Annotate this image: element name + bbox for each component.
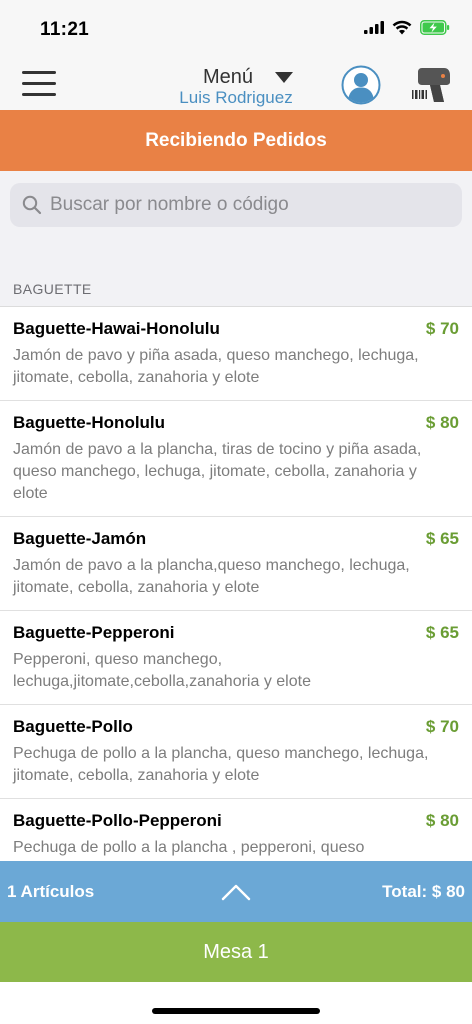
- item-price: $ 70: [425, 319, 459, 338]
- wifi-icon: [392, 20, 412, 35]
- receiving-orders-banner: Recibiendo Pedidos: [0, 110, 472, 171]
- status-bar: 11:21: [0, 0, 472, 58]
- menu-item[interactable]: Baguette-Pepperoni $ 65 Pepperoni, queso…: [0, 611, 472, 705]
- item-description: Pechuga de pollo a la plancha, queso man…: [13, 745, 429, 784]
- item-price: $ 65: [425, 529, 459, 548]
- status-icons: [364, 20, 450, 35]
- nav-title-group: Menú: [0, 66, 472, 89]
- item-name: Baguette-Pollo-Pepperoni: [13, 811, 222, 830]
- menu-item[interactable]: Baguette-Jamón $ 65 Jamón de pavo a la p…: [0, 517, 472, 611]
- caret-down-icon: [275, 72, 294, 83]
- search-icon: [22, 195, 42, 215]
- chevron-up-icon[interactable]: [221, 883, 251, 901]
- item-name: Baguette-Pollo: [13, 717, 133, 736]
- item-name: Baguette-Honolulu: [13, 413, 166, 432]
- item-description: Jamón de pavo a la plancha,queso mancheg…: [13, 557, 410, 596]
- cart-total: Total: $ 80: [382, 882, 465, 901]
- item-price: $ 65: [425, 623, 459, 642]
- status-time: 11:21: [40, 19, 90, 40]
- menu-item[interactable]: Baguette-Pollo $ 70 Pechuga de pollo a l…: [0, 705, 472, 799]
- item-price: $ 80: [425, 413, 459, 432]
- menu-item[interactable]: Baguette-Honolulu $ 80 Jamón de pavo a l…: [0, 401, 472, 517]
- table-label: Mesa 1: [203, 940, 269, 963]
- barcode-scanner-icon[interactable]: [410, 64, 452, 106]
- item-price: $ 80: [425, 811, 459, 830]
- item-name: Baguette-Pepperoni: [13, 623, 175, 642]
- item-description: Pechuga de pollo a la plancha , pepperon…: [13, 839, 365, 856]
- nav-title: Menú: [202, 66, 254, 88]
- cart-item-count: 1 Artículos: [7, 882, 95, 901]
- menu-item[interactable]: Baguette-Pollo-Pepperoni $ 80 Pechuga de…: [0, 799, 472, 861]
- search-box[interactable]: [10, 183, 462, 227]
- home-indicator[interactable]: [152, 1008, 320, 1014]
- item-name: Baguette-Jamón: [13, 529, 147, 548]
- menu-dropdown[interactable]: Menú: [202, 66, 294, 89]
- item-description: Jamón de pavo a la plancha, tiras de toc…: [13, 441, 422, 502]
- menu-item-list: Baguette-Hawai-Honolulu $ 70 Jamón de pa…: [0, 307, 472, 861]
- cellular-signal-icon: [364, 21, 384, 34]
- search-area: [0, 171, 472, 271]
- cart-summary-bar[interactable]: 1 Artículos Total: $ 80: [0, 861, 472, 922]
- user-avatar-icon[interactable]: [341, 65, 381, 105]
- search-input[interactable]: [50, 194, 450, 216]
- item-price: $ 70: [425, 717, 459, 736]
- item-description: Pepperoni, queso manchego, lechuga,jitom…: [13, 651, 311, 690]
- battery-charging-icon: [420, 20, 450, 35]
- table-button[interactable]: Mesa 1: [0, 922, 472, 982]
- menu-item[interactable]: Baguette-Hawai-Honolulu $ 70 Jamón de pa…: [0, 307, 472, 401]
- navigation-bar: Menú Luis Rodriguez: [0, 58, 472, 110]
- item-description: Jamón de pavo y piña asada, queso manche…: [13, 347, 419, 386]
- item-name: Baguette-Hawai-Honolulu: [13, 319, 220, 338]
- section-header: BAGUETTE: [0, 271, 472, 307]
- section-label: BAGUETTE: [13, 281, 92, 297]
- nav-subtitle: Luis Rodriguez: [179, 88, 293, 107]
- home-area: [0, 982, 472, 1024]
